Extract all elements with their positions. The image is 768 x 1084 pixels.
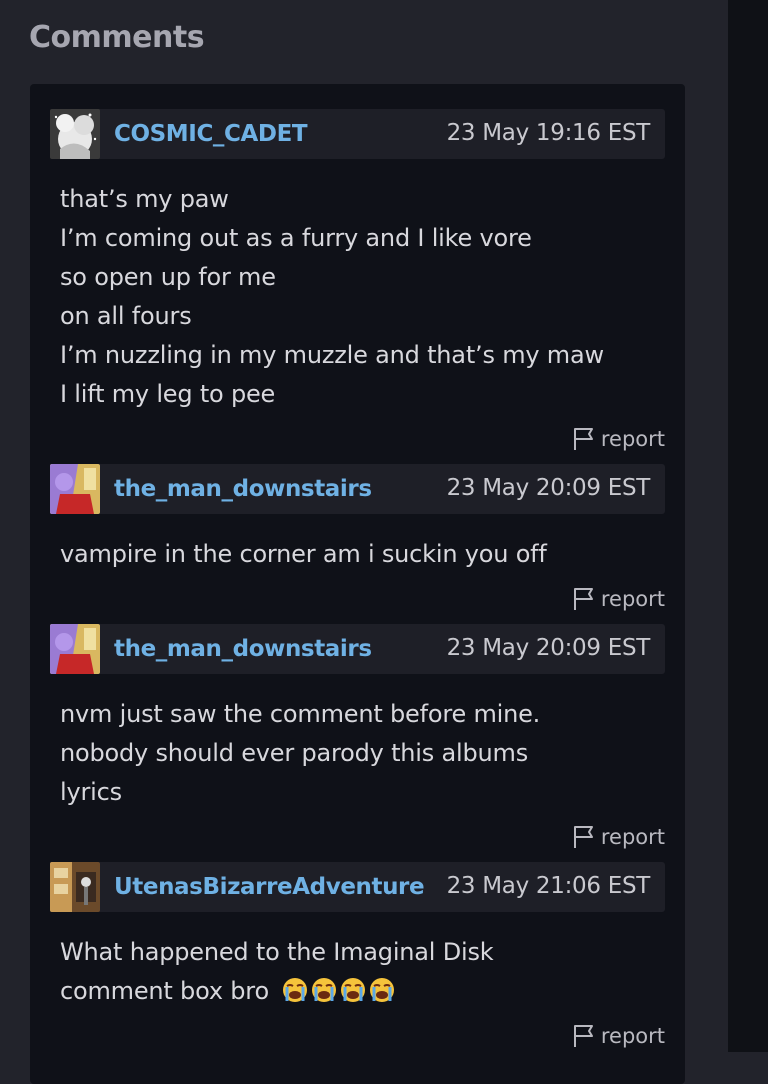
avatar[interactable]	[50, 109, 100, 159]
comment-line: I’m coming out as a furry and I like vor…	[60, 224, 532, 252]
comment-header: the_man_downstairs 23 May 20:09 EST	[50, 464, 665, 514]
report-button[interactable]: report	[572, 1023, 665, 1049]
flag-icon	[572, 825, 596, 849]
comment-header: COSMIC_CADET 23 May 19:16 EST	[50, 109, 665, 159]
comment-username[interactable]: COSMIC_CADET	[114, 121, 308, 147]
comment-line: so open up for me	[60, 263, 276, 291]
comment-line: vampire in the corner am i suckin you of…	[60, 540, 547, 568]
comment-line: that’s my paw	[60, 185, 229, 213]
avatar[interactable]	[50, 862, 100, 912]
comment-username[interactable]: the_man_downstairs	[114, 636, 372, 662]
comment-body: nvm just saw the comment before mine. no…	[60, 695, 660, 812]
comment-line: What happened to the Imaginal Disk	[60, 938, 494, 966]
comment-header: the_man_downstairs 23 May 20:09 EST	[50, 624, 665, 674]
comment-line: comment box bro	[60, 977, 269, 1005]
comment-line: lyrics	[60, 778, 122, 806]
comment-body: that’s my paw I’m coming out as a furry …	[60, 180, 660, 414]
flag-icon	[572, 587, 596, 611]
report-label: report	[600, 587, 665, 611]
report-button[interactable]: report	[572, 824, 665, 850]
comment-timestamp: 23 May 21:06 EST	[446, 873, 651, 899]
comment-header: UtenasBizarreAdventure 23 May 21:06 EST	[50, 862, 665, 912]
report-label: report	[600, 1024, 665, 1048]
comment-timestamp: 23 May 19:16 EST	[446, 120, 651, 146]
report-label: report	[600, 427, 665, 451]
comment-timestamp: 23 May 20:09 EST	[446, 635, 651, 661]
comment-line: on all fours	[60, 302, 192, 330]
comment-body: vampire in the corner am i suckin you of…	[60, 535, 660, 574]
report-button[interactable]: report	[572, 426, 665, 452]
right-sidebar-edge	[728, 0, 768, 1052]
avatar[interactable]	[50, 624, 100, 674]
flag-icon	[572, 1024, 596, 1048]
comment-body: What happened to the Imaginal Disk comme…	[60, 933, 660, 1011]
comment-line: I’m nuzzling in my muzzle and that’s my …	[60, 341, 604, 369]
comment-line: nobody should ever parody this albums	[60, 739, 529, 767]
avatar[interactable]	[50, 464, 100, 514]
comments-heading: Comments	[29, 20, 205, 55]
loudly-crying-face-emoji	[282, 977, 398, 1005]
comment-line-with-emoji: comment box bro	[60, 972, 660, 1011]
comment-line: nvm just saw the comment before mine.	[60, 700, 541, 728]
comments-panel: COSMIC_CADET 23 May 19:16 EST that’s my …	[30, 84, 685, 1084]
comment-timestamp: 23 May 20:09 EST	[446, 475, 651, 501]
comment-username[interactable]: UtenasBizarreAdventure	[114, 874, 425, 900]
flag-icon	[572, 427, 596, 451]
report-button[interactable]: report	[572, 586, 665, 612]
comment-username[interactable]: the_man_downstairs	[114, 476, 372, 502]
report-label: report	[600, 825, 665, 849]
comment-line: I lift my leg to pee	[60, 380, 276, 408]
